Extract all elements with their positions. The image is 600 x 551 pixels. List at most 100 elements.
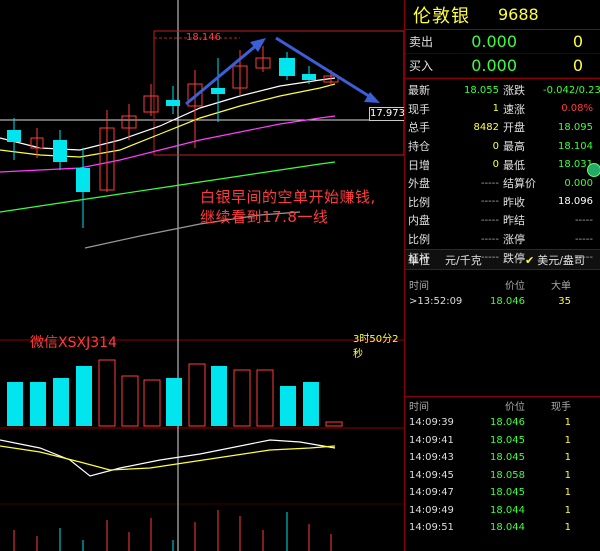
quote-key: 结算价 [503, 177, 536, 191]
tick-price: 18.045 [490, 487, 525, 499]
tick-price: 18.044 [490, 522, 525, 534]
tick-price: 18.045 [490, 452, 525, 464]
large-trade-row[interactable]: >13:52:09 18.046 35 [405, 293, 600, 311]
tick-time: 14:09:43 [409, 452, 454, 464]
large-trades-section: 时间 价位 大单 >13:52:09 18.046 35 [405, 276, 600, 311]
sell-label: 卖出 [409, 35, 434, 49]
quote-key: 涨停 [503, 233, 525, 247]
tick-time: 14:09:41 [409, 434, 454, 446]
tick-volume: 1 [564, 452, 571, 464]
buy-row[interactable]: 买入 0.000 0 [405, 54, 600, 78]
quote-value: ----- [480, 177, 499, 189]
tick-row[interactable]: 14:09:39 18.046 1 [405, 414, 600, 432]
quote-row: 开盘 18.095 [503, 118, 593, 137]
quote-key: 日增 [408, 158, 430, 172]
tick-row[interactable]: 14:09:45 18.058 1 [405, 467, 600, 485]
quote-key: 最低 [503, 158, 525, 172]
quote-row: 外盘 ----- [405, 174, 499, 193]
quote-row: 最低 18.031 [503, 155, 593, 174]
sell-price: 0.000 [471, 32, 517, 51]
quote-value: 18.104 [558, 140, 593, 152]
quote-value: 1 [492, 103, 499, 115]
quote-key: 总手 [408, 121, 430, 135]
quote-value: ----- [480, 214, 499, 226]
volume-bars [7, 359, 343, 427]
tick-row[interactable]: 14:09:41 18.045 1 [405, 432, 600, 450]
quote-value: -0.042/0.23% [543, 84, 600, 96]
indicator-line-yellow [0, 445, 336, 471]
quote-row: 速涨 0.08% [503, 100, 593, 119]
quote-key: 比例 [408, 195, 430, 209]
quote-row: 跌停 ----- [503, 248, 593, 267]
quote-key: 杠杆 [408, 251, 430, 265]
quote-key: 涨跌 [503, 84, 525, 98]
quote-row: 持仓 0 [405, 137, 499, 156]
instrument-title-row[interactable]: 伦敦银 9688 [405, 0, 600, 30]
header-time: 时间 [409, 281, 429, 292]
tick-volume: 1 [564, 522, 571, 534]
annotation-line-1: 白银早间的空单开始赚钱, [200, 188, 376, 206]
quote-value: 0.000 [564, 177, 593, 189]
quote-row: 总手 8482 [405, 118, 499, 137]
quote-panel: 伦敦银 9688 卖出 0.000 0 买入 0.000 0 最新 18.055 现… [404, 0, 600, 551]
quote-value: ----- [480, 252, 499, 264]
large-trades-header: 时间 价位 大单 [405, 276, 600, 293]
tick-time: 14:09:39 [409, 417, 454, 429]
quote-key: 最新 [408, 84, 430, 98]
quote-value: ----- [574, 233, 593, 245]
quote-row: 比例 ----- [405, 193, 499, 212]
quote-row: 结算价 0.000 [503, 174, 593, 193]
sell-row[interactable]: 卖出 0.000 0 [405, 30, 600, 54]
quote-row: 最高 18.104 [503, 137, 593, 156]
tick-row[interactable]: 14:09:43 18.045 1 [405, 449, 600, 467]
tick-row[interactable]: 14:09:47 18.045 1 [405, 484, 600, 502]
quote-key: 外盘 [408, 177, 430, 191]
quote-row: 昨结 ----- [503, 211, 593, 230]
candlestick-chart[interactable]: 18.146 17.973 白银早间的空单开始赚钱, 继续看到17.8一线 微信… [0, 0, 406, 551]
tick-price: 18.044 [490, 504, 525, 516]
header-volume: 大单 [551, 281, 571, 292]
tick-row[interactable]: 14:09:51 18.044 1 [405, 519, 600, 537]
bottom-mini-bars [13, 510, 332, 551]
tick-volume: 1 [564, 487, 571, 499]
tick-volume: 1 [564, 434, 571, 446]
tick-volume: 1 [564, 469, 571, 481]
tick-price: 18.046 [490, 417, 525, 429]
quote-value: 18.096 [558, 196, 593, 208]
ma-line-magenta [0, 115, 336, 173]
tick-price: 18.045 [490, 434, 525, 446]
quote-key: 持仓 [408, 140, 430, 154]
quote-value: ----- [574, 214, 593, 226]
indicator-line-white [0, 439, 336, 477]
buy-label: 买入 [409, 59, 434, 73]
header-price: 价位 [505, 281, 525, 292]
header-price: 价位 [505, 402, 525, 413]
tick-list-header: 时间 价位 现手 [405, 397, 600, 414]
quote-key: 昨收 [503, 195, 525, 209]
quote-key: 现手 [408, 102, 430, 116]
header-time: 时间 [409, 402, 429, 413]
sell-volume: 0 [572, 32, 583, 51]
quote-value: 18.055 [464, 84, 499, 96]
quote-value: ----- [480, 196, 499, 208]
quote-value: ----- [480, 233, 499, 245]
quote-grid: 最新 18.055 现手 1 总手 8482 持仓 0 日增 0 外盘 ----- 比例 ----- 内盘 -… [405, 78, 600, 265]
quote-row: 现手 1 [405, 100, 499, 119]
buy-volume: 0 [572, 56, 583, 75]
quote-row: 最新 18.055 [405, 81, 499, 100]
ma-line-white [0, 77, 336, 151]
annotation-line-2: 继续看到17.8一线 [200, 208, 329, 226]
quote-key: 昨结 [503, 214, 525, 228]
quote-value: 0.08% [561, 103, 593, 115]
buy-price: 0.000 [471, 56, 517, 75]
quote-value: ----- [574, 252, 593, 264]
quote-row: 涨停 ----- [503, 230, 593, 249]
tick-row[interactable]: 14:09:49 18.044 1 [405, 502, 600, 520]
quote-value: 0 [492, 140, 499, 152]
chart-canvas[interactable] [0, 0, 404, 551]
header-volume: 现手 [551, 402, 571, 413]
quote-key: 内盘 [408, 214, 430, 228]
tick-volume: 1 [564, 417, 571, 429]
tick-time: >13:52:09 [409, 296, 463, 308]
tick-time: 14:09:47 [409, 487, 454, 499]
